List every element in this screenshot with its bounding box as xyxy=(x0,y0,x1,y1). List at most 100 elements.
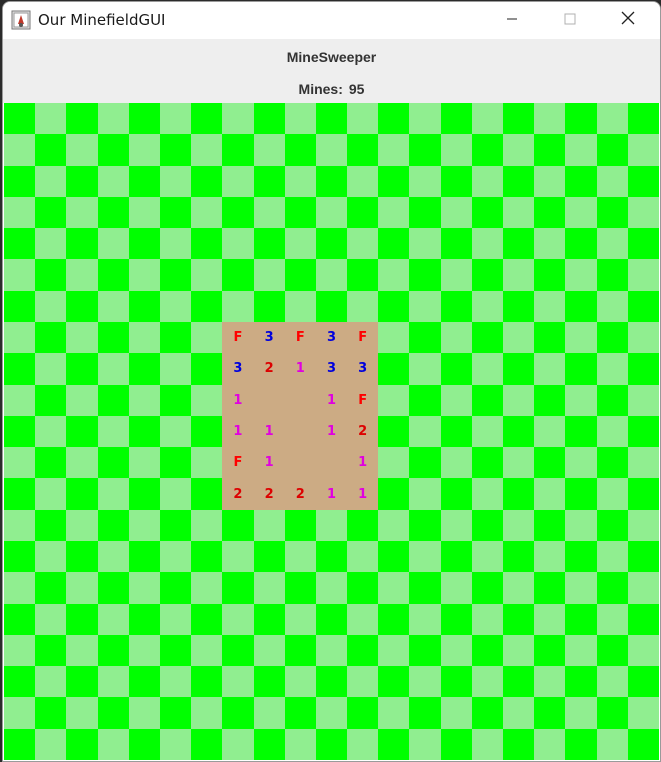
hidden-cell[interactable] xyxy=(66,134,98,166)
hidden-cell[interactable] xyxy=(627,259,659,291)
hidden-cell[interactable] xyxy=(409,603,441,635)
hidden-cell[interactable] xyxy=(596,353,628,385)
hidden-cell[interactable] xyxy=(222,196,254,229)
hidden-cell[interactable] xyxy=(409,509,441,541)
hidden-cell[interactable] xyxy=(128,541,160,573)
hidden-cell[interactable] xyxy=(128,666,160,698)
hidden-cell[interactable] xyxy=(409,728,441,760)
hidden-cell[interactable] xyxy=(596,697,628,729)
hidden-cell[interactable] xyxy=(97,259,129,291)
hidden-cell[interactable] xyxy=(596,384,628,416)
hidden-cell[interactable] xyxy=(565,384,597,416)
hidden-cell[interactable] xyxy=(534,728,566,760)
hidden-cell[interactable] xyxy=(503,259,535,291)
hidden-cell[interactable] xyxy=(66,728,98,760)
hidden-cell[interactable] xyxy=(378,447,410,479)
number-cell[interactable]: 3 xyxy=(315,322,348,354)
hidden-cell[interactable] xyxy=(440,603,472,635)
hidden-cell[interactable] xyxy=(191,228,223,260)
hidden-cell[interactable] xyxy=(627,228,659,260)
hidden-cell[interactable] xyxy=(159,603,192,635)
hidden-cell[interactable] xyxy=(253,634,285,667)
hidden-cell[interactable] xyxy=(191,447,223,479)
flag-cell[interactable]: F xyxy=(284,322,316,354)
number-cell[interactable]: 1 xyxy=(222,384,254,416)
hidden-cell[interactable] xyxy=(471,415,504,448)
hidden-cell[interactable] xyxy=(128,353,160,385)
hidden-cell[interactable] xyxy=(503,415,535,448)
hidden-cell[interactable] xyxy=(503,447,535,479)
hidden-cell[interactable] xyxy=(440,509,472,541)
hidden-cell[interactable] xyxy=(440,697,472,729)
hidden-cell[interactable] xyxy=(378,134,410,166)
hidden-cell[interactable] xyxy=(4,728,36,760)
hidden-cell[interactable] xyxy=(596,603,628,635)
hidden-cell[interactable] xyxy=(471,447,504,479)
hidden-cell[interactable] xyxy=(627,447,659,479)
hidden-cell[interactable] xyxy=(503,134,535,166)
hidden-cell[interactable] xyxy=(191,353,223,385)
hidden-cell[interactable] xyxy=(378,165,410,197)
hidden-cell[interactable] xyxy=(596,728,628,760)
flag-cell[interactable]: F xyxy=(347,384,379,416)
hidden-cell[interactable] xyxy=(565,634,597,667)
hidden-cell[interactable] xyxy=(35,196,67,229)
hidden-cell[interactable] xyxy=(97,666,129,698)
hidden-cell[interactable] xyxy=(409,666,441,698)
hidden-cell[interactable] xyxy=(128,478,160,510)
hidden-cell[interactable] xyxy=(159,572,192,604)
hidden-cell[interactable] xyxy=(66,634,98,667)
hidden-cell[interactable] xyxy=(440,353,472,385)
empty-revealed-cell[interactable] xyxy=(284,415,316,448)
hidden-cell[interactable] xyxy=(191,666,223,698)
hidden-cell[interactable] xyxy=(191,478,223,510)
hidden-cell[interactable] xyxy=(4,228,36,260)
hidden-cell[interactable] xyxy=(534,165,566,197)
hidden-cell[interactable] xyxy=(347,697,379,729)
hidden-cell[interactable] xyxy=(347,728,379,760)
hidden-cell[interactable] xyxy=(471,603,504,635)
hidden-cell[interactable] xyxy=(596,103,628,135)
hidden-cell[interactable] xyxy=(565,228,597,260)
hidden-cell[interactable] xyxy=(253,541,285,573)
hidden-cell[interactable] xyxy=(347,634,379,667)
hidden-cell[interactable] xyxy=(378,322,410,354)
hidden-cell[interactable] xyxy=(159,353,192,385)
hidden-cell[interactable] xyxy=(35,290,67,322)
hidden-cell[interactable] xyxy=(565,697,597,729)
hidden-cell[interactable] xyxy=(35,572,67,604)
hidden-cell[interactable] xyxy=(378,541,410,573)
hidden-cell[interactable] xyxy=(97,384,129,416)
hidden-cell[interactable] xyxy=(159,447,192,479)
hidden-cell[interactable] xyxy=(159,634,192,667)
hidden-cell[interactable] xyxy=(315,572,348,604)
hidden-cell[interactable] xyxy=(471,196,504,229)
hidden-cell[interactable] xyxy=(534,322,566,354)
hidden-cell[interactable] xyxy=(4,259,36,291)
hidden-cell[interactable] xyxy=(534,259,566,291)
hidden-cell[interactable] xyxy=(66,603,98,635)
hidden-cell[interactable] xyxy=(159,666,192,698)
hidden-cell[interactable] xyxy=(222,728,254,760)
hidden-cell[interactable] xyxy=(284,103,316,135)
hidden-cell[interactable] xyxy=(191,165,223,197)
hidden-cell[interactable] xyxy=(253,134,285,166)
hidden-cell[interactable] xyxy=(471,728,504,760)
hidden-cell[interactable] xyxy=(409,290,441,322)
hidden-cell[interactable] xyxy=(284,259,316,291)
hidden-cell[interactable] xyxy=(503,196,535,229)
hidden-cell[interactable] xyxy=(409,259,441,291)
hidden-cell[interactable] xyxy=(284,634,316,667)
hidden-cell[interactable] xyxy=(347,572,379,604)
hidden-cell[interactable] xyxy=(347,228,379,260)
hidden-cell[interactable] xyxy=(97,165,129,197)
hidden-cell[interactable] xyxy=(409,541,441,573)
hidden-cell[interactable] xyxy=(409,634,441,667)
hidden-cell[interactable] xyxy=(596,322,628,354)
hidden-cell[interactable] xyxy=(35,541,67,573)
hidden-cell[interactable] xyxy=(596,196,628,229)
hidden-cell[interactable] xyxy=(378,478,410,510)
hidden-cell[interactable] xyxy=(35,259,67,291)
flag-cell[interactable]: F xyxy=(222,322,254,354)
hidden-cell[interactable] xyxy=(128,728,160,760)
